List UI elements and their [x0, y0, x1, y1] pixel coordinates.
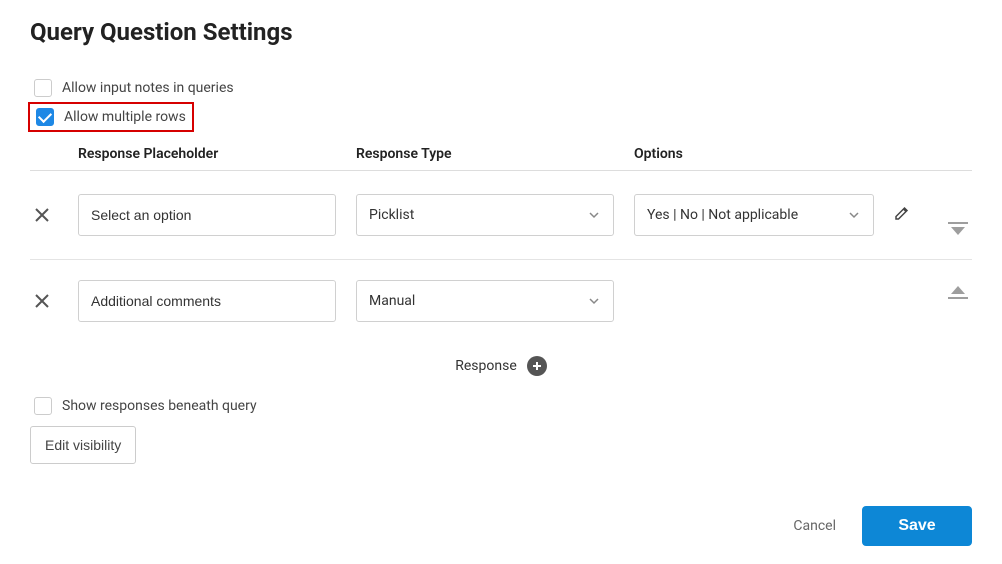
allow-multiple-rows-highlight: Allow multiple rows — [28, 102, 194, 132]
show-responses-beneath-row[interactable]: Show responses beneath query — [30, 392, 972, 420]
response-type-select[interactable]: Picklist — [356, 194, 614, 236]
edit-icon[interactable] — [894, 205, 910, 225]
save-button[interactable]: Save — [862, 506, 972, 546]
edit-visibility-button[interactable]: Edit visibility — [30, 426, 136, 464]
allow-input-notes-row[interactable]: Allow input notes in queries — [30, 74, 972, 102]
allow-multiple-rows-row[interactable]: Allow multiple rows — [36, 108, 186, 126]
cancel-button[interactable]: Cancel — [793, 518, 836, 534]
response-row: Picklist Yes | No | Not applicable — [30, 171, 972, 260]
footer: Cancel Save — [30, 506, 972, 546]
table-header: Response Placeholder Response Type Optio… — [30, 146, 972, 171]
col-header-placeholder: Response Placeholder — [78, 146, 356, 162]
allow-multiple-rows-checkbox[interactable] — [36, 108, 54, 126]
allow-input-notes-checkbox[interactable] — [34, 79, 52, 97]
response-type-select[interactable]: Manual — [356, 280, 614, 322]
add-response-button[interactable] — [527, 356, 547, 376]
move-down-icon[interactable] — [944, 219, 972, 239]
response-type-value: Manual — [369, 293, 415, 309]
page-title: Query Question Settings — [30, 18, 972, 46]
show-responses-beneath-label: Show responses beneath query — [62, 398, 257, 414]
add-response-row: Response — [30, 356, 972, 376]
options-select[interactable]: Yes | No | Not applicable — [634, 194, 874, 236]
close-icon[interactable] — [30, 203, 54, 227]
chevron-down-icon — [587, 208, 601, 222]
allow-multiple-rows-label: Allow multiple rows — [64, 109, 186, 125]
chevron-down-icon — [587, 294, 601, 308]
move-up-icon[interactable] — [944, 282, 972, 302]
chevron-down-icon — [847, 208, 861, 222]
placeholder-input[interactable] — [78, 280, 336, 322]
close-icon[interactable] — [30, 289, 54, 313]
col-header-options: Options — [634, 146, 894, 162]
placeholder-input[interactable] — [78, 194, 336, 236]
response-type-value: Picklist — [369, 207, 414, 223]
options-value: Yes | No | Not applicable — [647, 207, 798, 223]
allow-input-notes-label: Allow input notes in queries — [62, 80, 234, 96]
show-responses-beneath-checkbox[interactable] — [34, 397, 52, 415]
response-row: Manual — [30, 260, 972, 342]
add-response-label: Response — [455, 358, 517, 374]
col-header-type: Response Type — [356, 146, 634, 162]
